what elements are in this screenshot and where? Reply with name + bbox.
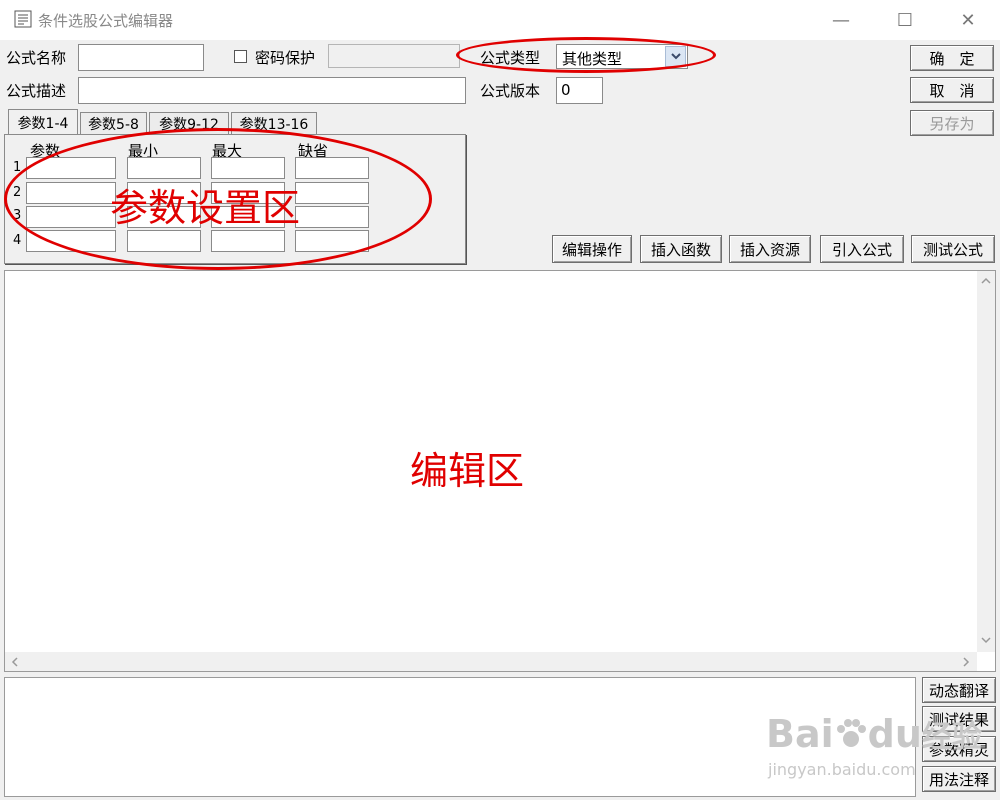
formula-name-label: 公式名称 bbox=[6, 49, 67, 67]
scroll-down-icon[interactable] bbox=[981, 637, 991, 644]
watermark-brand-a: Bai bbox=[766, 712, 834, 756]
param-row-number: 4 bbox=[13, 233, 22, 248]
password-checkbox[interactable] bbox=[234, 50, 247, 63]
editor-vertical-scrollbar[interactable] bbox=[977, 271, 995, 652]
save-as-button: 另存为 bbox=[910, 110, 994, 136]
watermark-brand-c: 经验 bbox=[921, 720, 982, 755]
scroll-left-icon[interactable] bbox=[11, 657, 18, 667]
edit-operations-button[interactable]: 编辑操作 bbox=[552, 235, 632, 263]
usage-notes-button[interactable]: 用法注释 bbox=[922, 766, 996, 792]
formula-name-input[interactable] bbox=[78, 44, 204, 71]
watermark-logo: Bai du经验 bbox=[766, 712, 982, 756]
param-area-annotation: 参数设置区 bbox=[110, 186, 301, 230]
insert-resource-button[interactable]: 插入资源 bbox=[729, 235, 811, 263]
cancel-button[interactable]: 取 消 bbox=[910, 77, 994, 103]
formula-version-label: 公式版本 bbox=[480, 82, 541, 100]
password-label: 密码保护 bbox=[255, 49, 316, 67]
dynamic-translate-button[interactable]: 动态翻译 bbox=[922, 677, 996, 703]
minimize-button[interactable]: — bbox=[818, 6, 864, 34]
editor-horizontal-scrollbar[interactable] bbox=[5, 652, 977, 671]
watermark-url: jingyan.baidu.com bbox=[768, 760, 916, 779]
window-title: 条件选股公式编辑器 bbox=[38, 12, 174, 30]
password-input bbox=[328, 44, 460, 68]
app-icon bbox=[14, 10, 32, 28]
edit-area-annotation: 编辑区 bbox=[410, 449, 525, 493]
paw-icon bbox=[836, 719, 866, 747]
scroll-up-icon[interactable] bbox=[981, 277, 991, 284]
scroll-right-icon[interactable] bbox=[963, 657, 970, 667]
tab-params-5-8[interactable]: 参数5-8 bbox=[80, 112, 147, 134]
tab-params-1-4[interactable]: 参数1-4 bbox=[8, 109, 78, 135]
formula-desc-label: 公式描述 bbox=[6, 82, 67, 100]
maximize-button[interactable]: ☐ bbox=[882, 6, 928, 34]
formula-version-input[interactable]: 0 bbox=[556, 77, 603, 104]
import-formula-button[interactable]: 引入公式 bbox=[820, 235, 904, 263]
close-button[interactable]: ✕ bbox=[945, 6, 991, 34]
insert-function-button[interactable]: 插入函数 bbox=[640, 235, 722, 263]
ok-button[interactable]: 确 定 bbox=[910, 45, 994, 71]
watermark-brand-b: du bbox=[867, 712, 922, 756]
formula-desc-input[interactable] bbox=[78, 77, 466, 104]
formula-type-highlight bbox=[456, 37, 716, 73]
test-formula-button[interactable]: 测试公式 bbox=[911, 235, 995, 263]
